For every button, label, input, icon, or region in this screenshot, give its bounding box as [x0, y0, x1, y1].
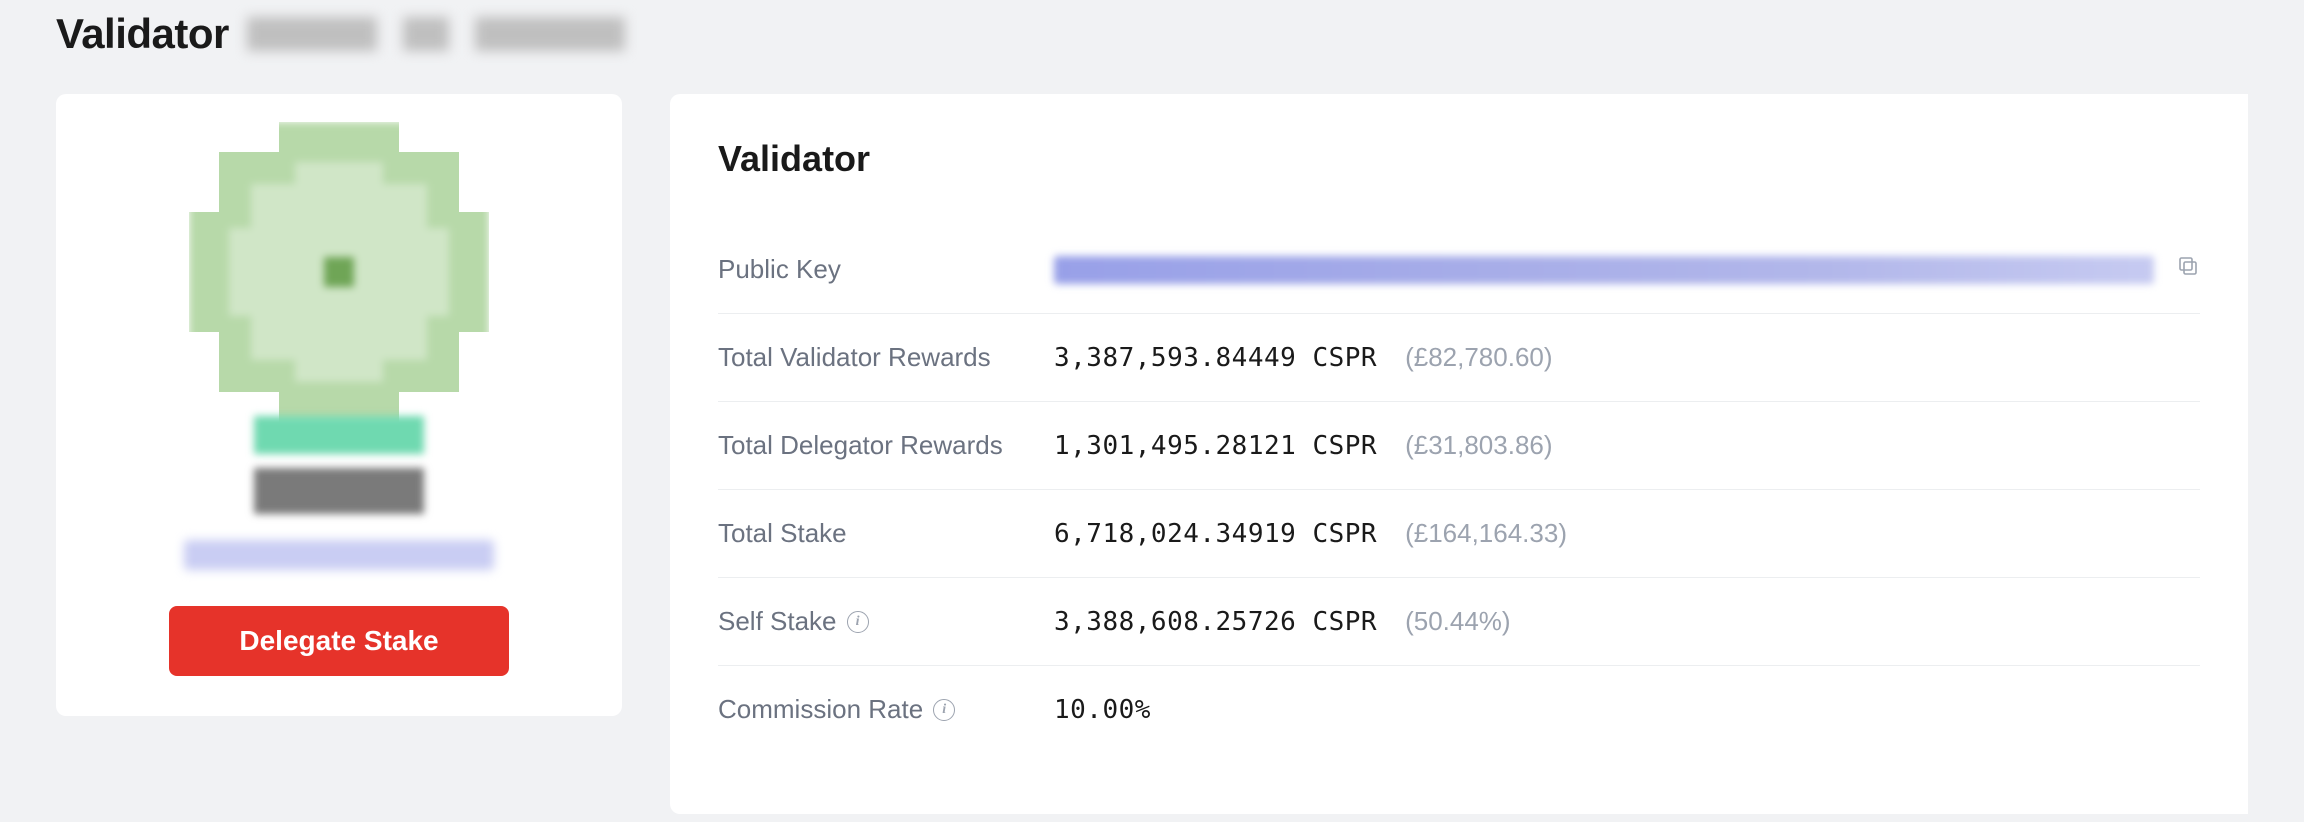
commission-rate-label-text: Commission Rate	[718, 694, 923, 725]
info-icon[interactable]: i	[933, 699, 955, 721]
public-key-value-obscured	[1054, 256, 2154, 284]
total-validator-rewards-fiat: (£82,780.60)	[1405, 342, 1552, 373]
total-validator-rewards-label: Total Validator Rewards	[718, 342, 1054, 373]
row-total-stake: Total Stake 6,718,024.34919 CSPR (£164,1…	[718, 490, 2200, 578]
public-key-label: Public Key	[718, 254, 1054, 285]
page-title: Validator	[56, 0, 2248, 94]
page-title-prefix: Validator	[56, 10, 229, 58]
delegate-stake-button[interactable]: Delegate Stake	[169, 606, 509, 676]
total-delegator-rewards-fiat: (£31,803.86)	[1405, 430, 1552, 461]
total-validator-rewards-value: 3,387,593.84449 CSPR	[1054, 343, 1377, 373]
info-icon[interactable]: i	[847, 611, 869, 633]
validator-avatar	[149, 118, 529, 578]
total-stake-label: Total Stake	[718, 518, 1054, 549]
total-delegator-rewards-value: 1,301,495.28121 CSPR	[1054, 431, 1377, 461]
row-public-key: Public Key	[718, 226, 2200, 314]
row-self-stake: Self Stake i 3,388,608.25726 CSPR (50.44…	[718, 578, 2200, 666]
page-title-obscured	[247, 17, 625, 51]
section-title: Validator	[718, 138, 2200, 180]
total-delegator-rewards-label: Total Delegator Rewards	[718, 430, 1054, 461]
self-stake-pct: (50.44%)	[1405, 606, 1511, 637]
validator-avatar-card: Delegate Stake	[56, 94, 622, 716]
self-stake-label-text: Self Stake	[718, 606, 837, 637]
row-commission-rate: Commission Rate i 10.00%	[718, 666, 2200, 753]
commission-rate-label: Commission Rate i	[718, 694, 1054, 725]
self-stake-value: 3,388,608.25726 CSPR	[1054, 607, 1377, 637]
self-stake-label: Self Stake i	[718, 606, 1054, 637]
validator-details-card: Validator Public Key Total Validator Rew…	[670, 94, 2248, 814]
row-total-delegator-rewards: Total Delegator Rewards 1,301,495.28121 …	[718, 402, 2200, 490]
commission-rate-value: 10.00%	[1054, 695, 1151, 725]
total-stake-value: 6,718,024.34919 CSPR	[1054, 519, 1377, 549]
total-stake-fiat: (£164,164.33)	[1405, 518, 1567, 549]
row-total-validator-rewards: Total Validator Rewards 3,387,593.84449 …	[718, 314, 2200, 402]
copy-icon[interactable]	[2176, 254, 2200, 285]
